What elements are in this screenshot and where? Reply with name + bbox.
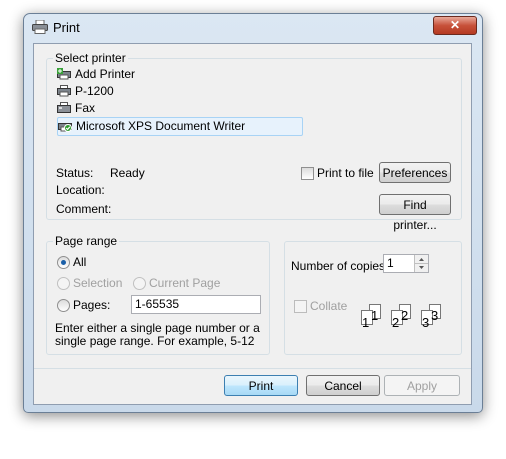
selection-label: Selection xyxy=(73,276,123,290)
pages-label: Pages: xyxy=(73,298,111,312)
print-to-file-checkbox[interactable] xyxy=(301,167,314,180)
current-page-label: Current Page xyxy=(149,276,221,290)
printer-name: P-1200 xyxy=(75,84,114,98)
location-label: Location: xyxy=(56,183,105,197)
page-number: 3 xyxy=(431,308,439,323)
select-printer-group: Select printer Add Printer P-1200 Fax Mi… xyxy=(46,51,462,232)
printer-item-microsoft-xps-document-writer[interactable]: Microsoft XPS Document Writer xyxy=(57,117,303,136)
find-printer-button[interactable]: Find printer... xyxy=(379,194,451,232)
printer-app-icon xyxy=(32,19,48,34)
comment-label: Comment: xyxy=(56,202,112,216)
window-title: Print xyxy=(53,20,80,35)
number-of-copies-label: Number of copies: xyxy=(291,259,389,273)
add-printer-icon xyxy=(57,68,71,80)
page-range-hint: Enter either a single page number or a s… xyxy=(55,321,260,348)
page-range-legend: Page range xyxy=(53,234,120,248)
footer-divider xyxy=(34,368,471,369)
cancel-button[interactable]: Cancel xyxy=(306,375,380,396)
select-printer-legend: Select printer xyxy=(53,51,128,65)
page-number: 2 xyxy=(401,308,409,323)
apply-button[interactable]: Apply xyxy=(384,375,460,396)
print-dialog: Print ✕ Select printer Add Printer P-120… xyxy=(23,13,483,413)
page-number: 1 xyxy=(362,315,370,330)
all-label: All xyxy=(73,255,87,269)
pages-radio[interactable] xyxy=(57,299,70,312)
page-number: 2 xyxy=(392,315,400,330)
current-page-radio[interactable] xyxy=(133,277,146,290)
page-number: 3 xyxy=(422,315,430,330)
printer-name: Fax xyxy=(75,101,96,115)
collate-illustration: 1 1 2 2 3 3 xyxy=(357,302,457,342)
printer-name: Microsoft XPS Document Writer xyxy=(76,119,246,133)
printer-item-p-1200[interactable]: P-1200 xyxy=(57,83,307,100)
print-button[interactable]: Print xyxy=(224,375,298,396)
copies-value: 1 xyxy=(387,256,394,270)
default-printer-icon xyxy=(58,120,72,132)
close-icon: ✕ xyxy=(449,18,461,32)
collate-label: Collate xyxy=(310,299,348,313)
print-to-file-label: Print to file xyxy=(317,166,374,180)
all-radio[interactable] xyxy=(57,256,70,269)
printer-name: Add Printer xyxy=(75,67,136,81)
copies-group: Number of copies: 1 Collate 1 1 2 2 3 3 xyxy=(284,241,462,355)
page-range-group: Page range All Selection Current Page Pa… xyxy=(46,234,270,355)
copies-input[interactable]: 1 xyxy=(383,254,429,273)
page-number: 1 xyxy=(371,308,379,323)
selected-dot xyxy=(61,260,66,265)
dialog-body: Select printer Add Printer P-1200 Fax Mi… xyxy=(33,43,472,405)
printer-list[interactable]: Add Printer P-1200 Fax Microsoft XPS Doc… xyxy=(57,66,307,136)
status-label: Status: xyxy=(56,166,94,180)
spinner-arrows-icon xyxy=(415,258,428,269)
copies-spinner[interactable] xyxy=(414,255,428,272)
printer-item-add-printer[interactable]: Add Printer xyxy=(57,66,307,83)
selection-radio[interactable] xyxy=(57,277,70,290)
fax-icon xyxy=(57,102,71,114)
preferences-button[interactable]: Preferences xyxy=(379,162,451,183)
collate-checkbox[interactable] xyxy=(294,300,307,313)
pages-input[interactable]: 1-65535 xyxy=(131,295,261,314)
printer-item-fax[interactable]: Fax xyxy=(57,100,307,117)
printer-icon xyxy=(57,85,71,97)
close-button[interactable]: ✕ xyxy=(433,16,477,35)
status-value: Ready xyxy=(110,166,145,180)
